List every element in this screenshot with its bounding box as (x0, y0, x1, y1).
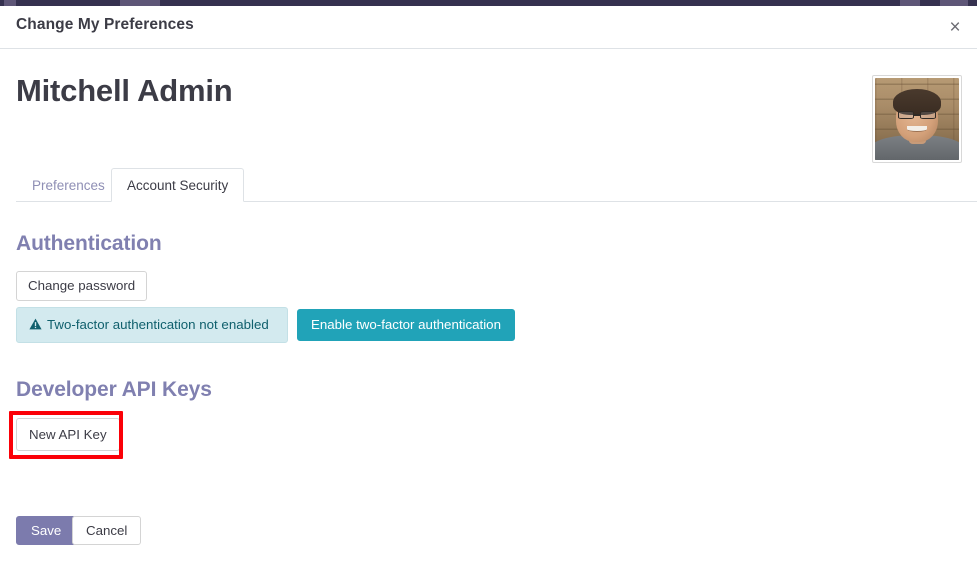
tab-account-security[interactable]: Account Security (111, 168, 245, 202)
preferences-dialog-screen: Change My Preferences × Mitchell Admin P… (0, 0, 977, 569)
dialog-title: Change My Preferences (16, 16, 194, 33)
tab-preferences[interactable]: Preferences (16, 168, 121, 202)
dialog-body: Mitchell Admin Preferences Account Secur… (0, 50, 977, 569)
alert-2fa-text: Two-factor authentication not enabled (47, 317, 269, 332)
tab-bar: Preferences Account Security (16, 168, 977, 202)
change-password-button[interactable]: Change password (16, 271, 148, 301)
section-heading-authentication: Authentication (16, 232, 162, 255)
cancel-button[interactable]: Cancel (72, 516, 142, 545)
avatar[interactable] (872, 75, 962, 163)
new-api-key-button[interactable]: New API Key (16, 418, 120, 451)
avatar-photo (875, 78, 959, 160)
dialog-header: Change My Preferences × (0, 6, 977, 49)
enable-two-factor-authentication-button[interactable]: Enable two-factor authentication (297, 309, 515, 341)
warning-triangle-icon (29, 318, 42, 330)
page-title: Mitchell Admin (16, 73, 233, 108)
section-heading-developer-api-keys: Developer API Keys (16, 378, 212, 401)
status-badge-2fa-not-enabled: Two-factor authentication not enabled (16, 307, 288, 343)
close-icon[interactable]: × (942, 15, 968, 41)
save-button[interactable]: Save (16, 516, 77, 545)
